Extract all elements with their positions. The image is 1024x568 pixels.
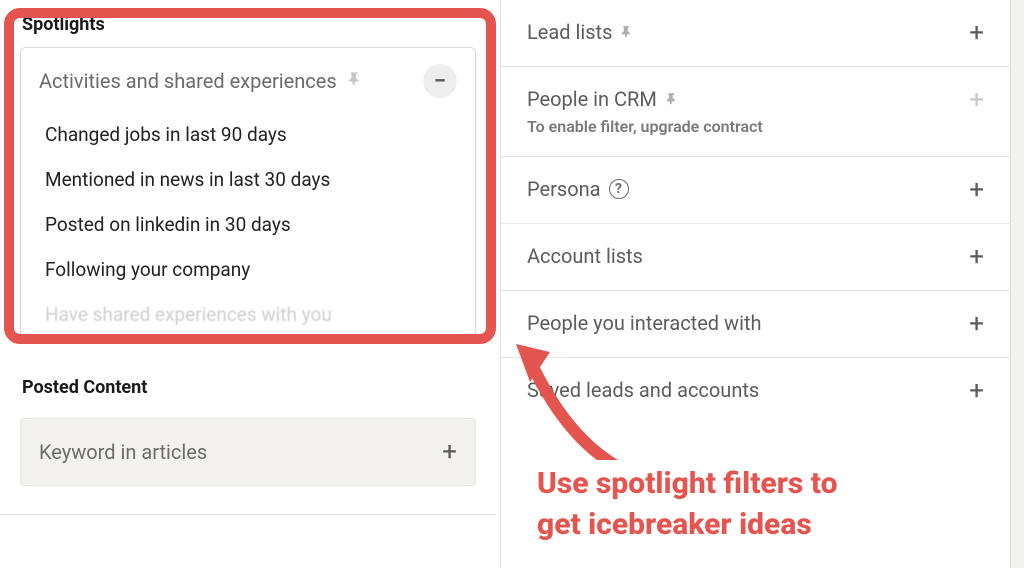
filter-account-lists[interactable]: Account lists + <box>501 224 1010 291</box>
filter-persona[interactable]: Persona ? + <box>501 157 1010 224</box>
annotation-callout: Use spotlight filters to get icebreaker … <box>533 460 845 565</box>
filter-label: People in CRM <box>527 87 657 111</box>
activities-options: Changed jobs in last 90 days Mentioned i… <box>21 108 475 336</box>
filter-saved-leads[interactable]: Saved leads and accounts + <box>501 358 1010 424</box>
option-mentioned-news[interactable]: Mentioned in news in last 30 days <box>21 157 475 202</box>
option-changed-jobs[interactable]: Changed jobs in last 90 days <box>21 112 475 157</box>
filter-label: Persona <box>527 177 601 201</box>
pin-icon <box>347 71 363 91</box>
filter-people-interacted[interactable]: People you interacted with + <box>501 291 1010 358</box>
collapse-button[interactable]: − <box>423 64 457 98</box>
pin-icon <box>620 25 634 39</box>
filter-lead-lists[interactable]: Lead lists + <box>501 0 1010 67</box>
filter-label: Account lists <box>527 244 643 268</box>
plus-icon: + <box>969 311 984 337</box>
right-filter-list: Lead lists + People in CRM <box>501 0 1010 424</box>
scrollbar-gutter <box>1010 0 1024 568</box>
filter-label: Saved leads and accounts <box>527 378 759 402</box>
filter-sublabel: To enable filter, upgrade contract <box>527 117 763 136</box>
plus-icon: + <box>969 87 984 113</box>
callout-line1: Use spotlight filters to <box>537 464 837 505</box>
plus-icon: + <box>442 439 457 465</box>
pin-icon <box>665 92 679 106</box>
keyword-in-articles-label: Keyword in articles <box>39 440 207 464</box>
posted-content-heading: Posted Content <box>0 363 496 404</box>
filter-keyword-in-articles[interactable]: Keyword in articles + <box>20 418 476 486</box>
section-divider <box>0 514 496 515</box>
filter-label: Lead lists <box>527 20 612 44</box>
plus-icon: + <box>969 378 984 404</box>
option-shared-experiences[interactable]: Have shared experiences with you <box>21 292 475 326</box>
plus-icon: + <box>969 20 984 46</box>
minus-icon: − <box>434 69 446 94</box>
callout-line2: get icebreaker ideas <box>537 505 837 546</box>
activities-card-header[interactable]: Activities and shared experiences − <box>21 48 475 108</box>
option-following-company[interactable]: Following your company <box>21 247 475 292</box>
spotlights-heading: Spotlights <box>0 0 496 41</box>
plus-icon: + <box>969 244 984 270</box>
filter-label: People you interacted with <box>527 311 762 335</box>
plus-icon: + <box>969 177 984 203</box>
activities-card: Activities and shared experiences − Chan… <box>20 47 476 337</box>
option-posted-linkedin[interactable]: Posted on linkedin in 30 days <box>21 202 475 247</box>
help-icon[interactable]: ? <box>609 179 629 199</box>
activities-title: Activities and shared experiences <box>39 69 337 93</box>
filter-people-in-crm[interactable]: People in CRM To enable filter, upgrade … <box>501 67 1010 157</box>
